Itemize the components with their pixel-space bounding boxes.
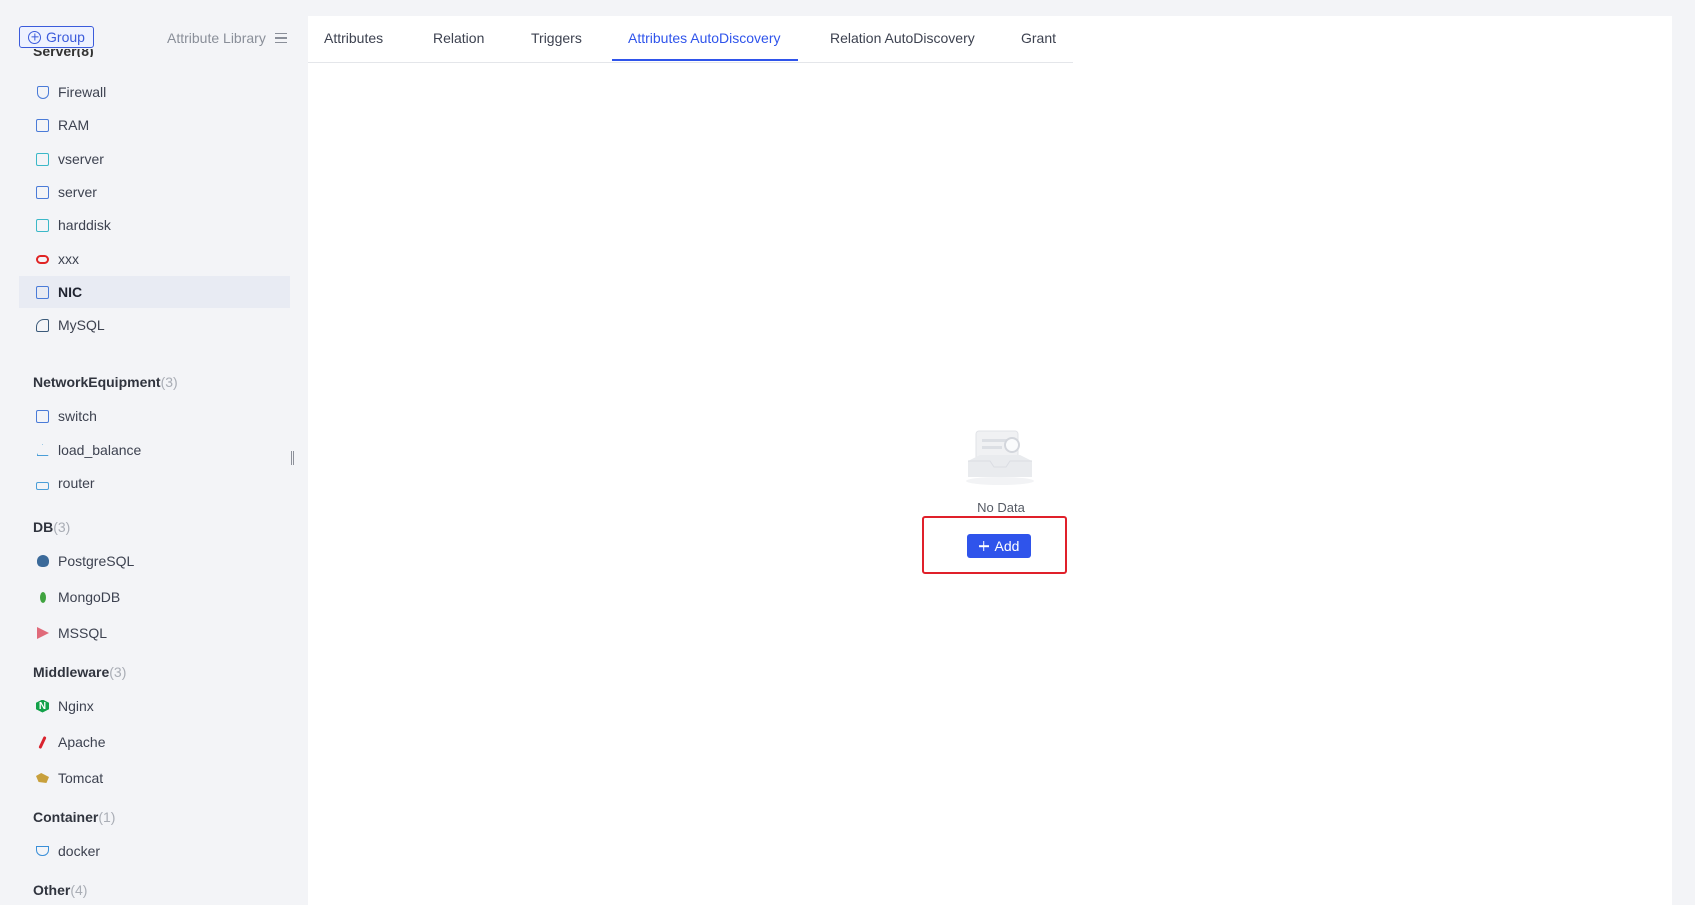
sidebar-item-vserver[interactable]: vserver	[19, 143, 290, 175]
router-icon	[35, 476, 50, 491]
sidebar-item-harddisk[interactable]: harddisk	[19, 209, 290, 241]
sidebar-item-load-balance[interactable]: load_balance	[19, 434, 290, 466]
group-name: Container	[33, 809, 99, 825]
sidebar-item-server[interactable]: server	[19, 176, 290, 208]
group-header-networkequipment: NetworkEquipment(3)	[33, 374, 178, 390]
mssql-icon	[35, 626, 50, 641]
tab-relation[interactable]: Relation	[433, 30, 484, 46]
mongodb-leaf-icon	[35, 590, 50, 605]
tab-triggers[interactable]: Triggers	[531, 30, 582, 46]
attribute-library-link[interactable]: Attribute Library	[167, 30, 287, 46]
sidebar-item-mongodb[interactable]: MongoDB	[19, 581, 290, 613]
sidebar-item-label: Nginx	[58, 698, 94, 714]
server-icon	[35, 185, 50, 200]
sidebar-item-mysql[interactable]: MySQL	[19, 309, 290, 341]
group-name: Other	[33, 882, 71, 898]
attribute-library-label: Attribute Library	[167, 30, 266, 46]
sidebar-item-label: server	[58, 184, 97, 200]
group-name: Middleware	[33, 664, 110, 680]
tab-bar: Attributes Relation Triggers Attributes …	[308, 16, 1073, 63]
tomcat-icon	[35, 771, 50, 786]
sidebar-item-firewall[interactable]: Firewall	[19, 76, 290, 108]
sidebar-item-postgresql[interactable]: PostgreSQL	[19, 545, 290, 577]
tab-grant[interactable]: Grant	[1021, 30, 1056, 46]
tab-attributes[interactable]: Attributes	[324, 30, 383, 46]
memory-icon	[35, 118, 50, 133]
group-name: NetworkEquipment	[33, 374, 161, 390]
sidebar-item-label: MongoDB	[58, 589, 121, 605]
group-header-other: Other(4)	[33, 882, 87, 898]
group-header-db: DB(3)	[33, 519, 70, 535]
sidebar-item-apache[interactable]: Apache	[19, 726, 290, 758]
add-group-button[interactable]: Group	[19, 26, 94, 48]
sidebar-item-router[interactable]: router	[19, 467, 290, 499]
sidebar-item-label: PostgreSQL	[58, 553, 135, 569]
sidebar-item-xxx[interactable]: xxx	[19, 243, 290, 275]
main-panel: Attributes Relation Triggers Attributes …	[308, 16, 1672, 905]
sidebar-item-nginx[interactable]: N Nginx	[19, 690, 290, 722]
sidebar-item-ram[interactable]: RAM	[19, 109, 290, 141]
plus-icon	[979, 541, 989, 551]
group-count: (3)	[53, 519, 71, 535]
group-count: (1)	[98, 809, 116, 825]
sidebar-item-label: RAM	[58, 117, 90, 133]
sidebar-item-mssql[interactable]: MSSQL	[19, 617, 290, 649]
tab-relation-autodiscovery[interactable]: Relation AutoDiscovery	[830, 30, 975, 46]
mysql-icon	[35, 318, 50, 333]
add-group-label: Group	[46, 29, 85, 45]
sidebar-item-label: Apache	[58, 734, 106, 750]
add-button-label: Add	[994, 538, 1020, 554]
sidebar-item-tomcat[interactable]: Tomcat	[19, 762, 290, 794]
sidebar-resize-handle[interactable]	[291, 451, 294, 465]
group-name: DB	[33, 519, 54, 535]
postgresql-icon	[35, 554, 50, 569]
sidebar-item-label: load_balance	[58, 442, 142, 458]
sidebar-item-label: MSSQL	[58, 625, 108, 641]
sidebar-item-label: harddisk	[58, 217, 111, 233]
sidebar-item-label: Tomcat	[58, 770, 104, 786]
shield-icon	[35, 85, 50, 100]
plus-circle-icon	[28, 30, 42, 44]
sidebar-item-label: vserver	[58, 151, 104, 167]
sidebar-item-docker[interactable]: docker	[19, 835, 290, 867]
group-header-server: Server(8)	[33, 49, 94, 57]
network-card-icon	[35, 285, 50, 300]
group-header-middleware: Middleware(3)	[33, 664, 126, 680]
sidebar-item-label: MySQL	[58, 317, 105, 333]
group-header-container: Container(1)	[33, 809, 115, 825]
sidebar-item-nic[interactable]: NIC	[19, 276, 290, 308]
sidebar-item-switch[interactable]: switch	[19, 400, 290, 432]
empty-state-text: No Data	[977, 500, 1025, 515]
active-tab-indicator	[612, 59, 798, 61]
load-balance-icon	[35, 443, 50, 458]
group-count: (4)	[70, 882, 88, 898]
switch-icon	[35, 409, 50, 424]
group-count: (3)	[160, 374, 178, 390]
oracle-icon	[35, 252, 50, 267]
menu-icon	[274, 33, 287, 43]
docker-icon	[35, 844, 50, 859]
cloud-server-icon	[35, 152, 50, 167]
group-count: (3)	[109, 664, 127, 680]
nginx-icon: N	[35, 699, 50, 714]
apache-feather-icon	[35, 735, 50, 750]
add-button[interactable]: Add	[967, 534, 1031, 558]
empty-inbox-icon	[966, 430, 1034, 485]
sidebar-item-label: docker	[58, 843, 101, 859]
tab-attributes-autodiscovery[interactable]: Attributes AutoDiscovery	[628, 30, 781, 46]
sidebar-item-label: switch	[58, 408, 97, 424]
sidebar-item-label: Firewall	[58, 84, 107, 100]
sidebar-item-label: xxx	[58, 251, 79, 267]
harddisk-icon	[35, 218, 50, 233]
sidebar-item-label: NIC	[58, 284, 83, 300]
sidebar-item-label: router	[58, 475, 95, 491]
sidebar: Group Attribute Library Server(8) Firewa…	[0, 0, 300, 905]
